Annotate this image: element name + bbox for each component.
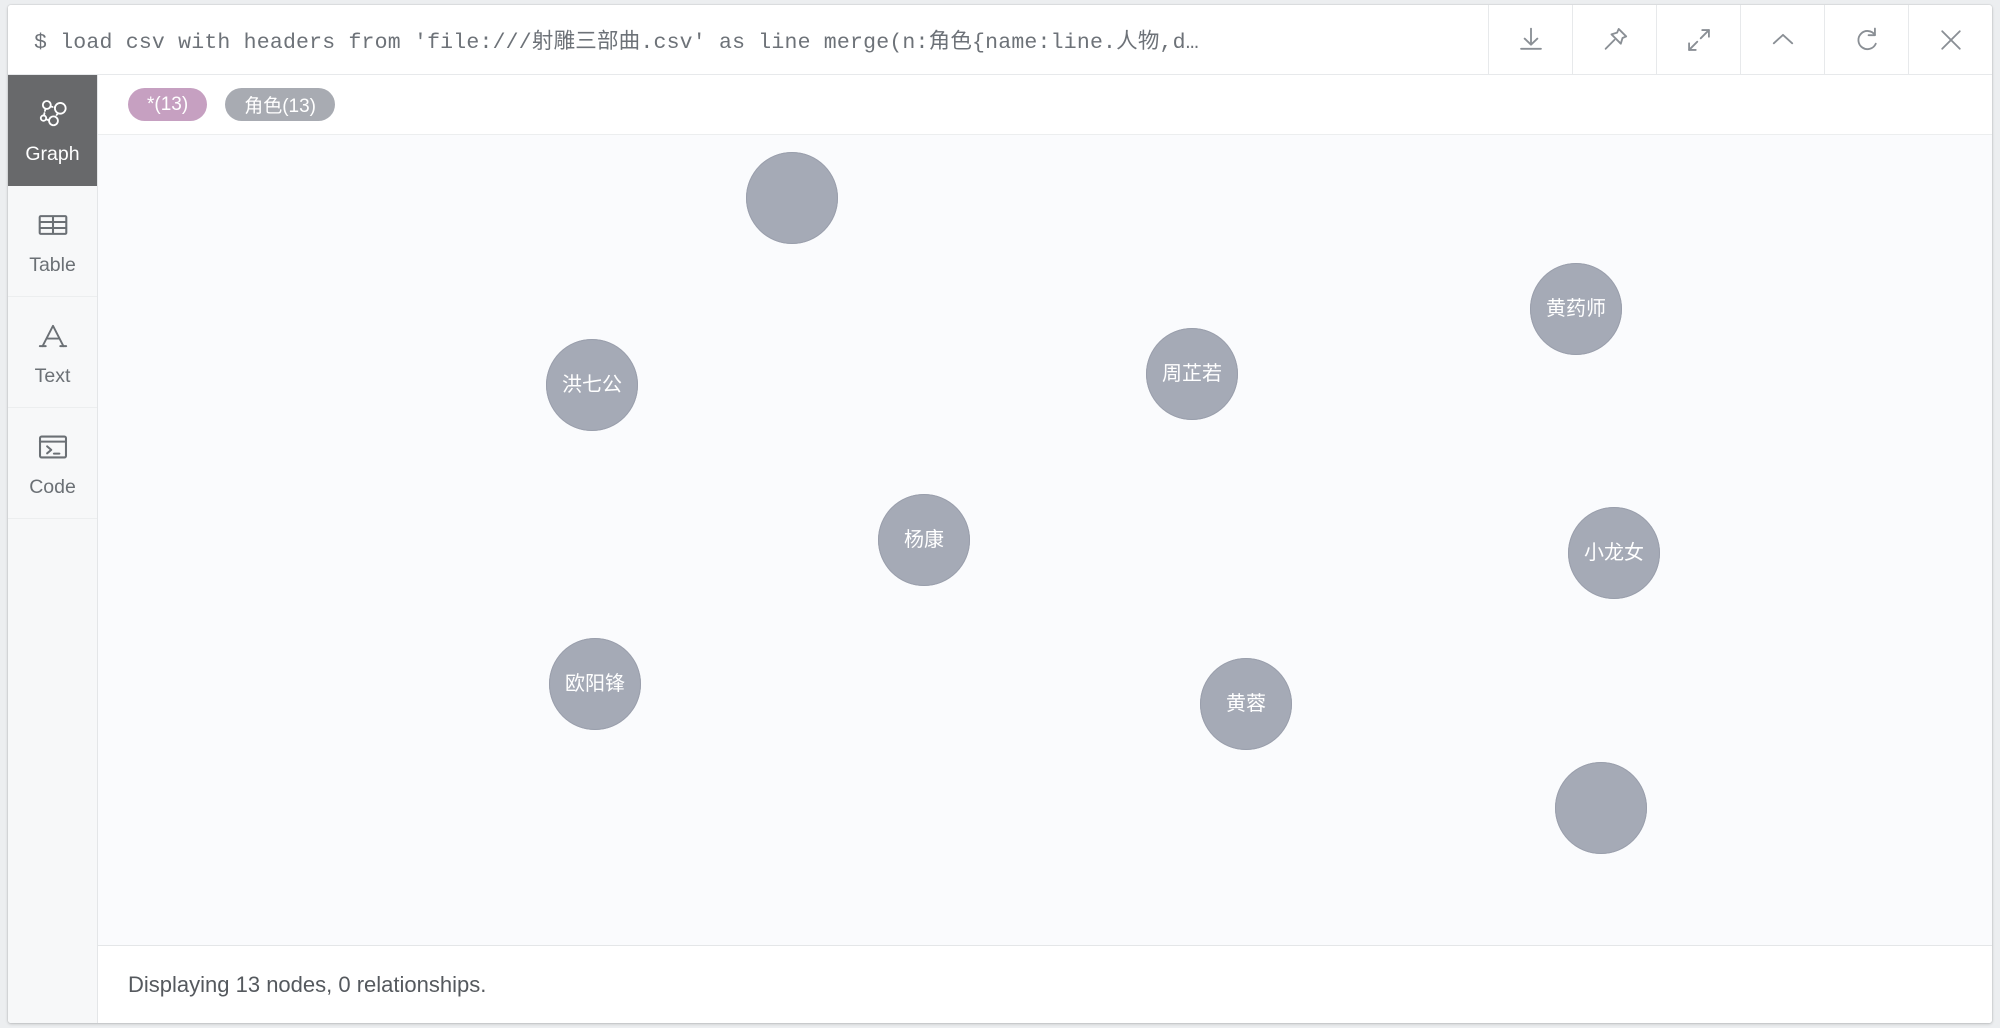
label-chip-row: *(13) 角色(13) xyxy=(98,75,1992,135)
sidebar-item-table[interactable]: Table xyxy=(8,186,97,297)
code-icon xyxy=(34,428,72,471)
result-body: Graph Table Text Code *(13) 角色(13) 黄药师 周… xyxy=(8,75,1992,1023)
graph-icon xyxy=(34,95,72,138)
graph-node-label: 黄药师 xyxy=(1546,298,1606,320)
graph-node[interactable]: 杨康 xyxy=(878,494,970,586)
graph-node-label: 周芷若 xyxy=(1162,363,1222,385)
table-icon xyxy=(34,206,72,249)
graph-node-label: 欧阳锋 xyxy=(565,673,625,695)
sidebar-item-label: Graph xyxy=(25,143,80,166)
status-bar: Displaying 13 nodes, 0 relationships. xyxy=(98,945,1992,1023)
result-frame: $ load csv with headers from 'file:///射雕… xyxy=(8,5,1992,1023)
graph-node[interactable]: 黄药师 xyxy=(1530,263,1622,355)
graph-node-label: 洪七公 xyxy=(562,374,622,396)
status-text: Displaying 13 nodes, 0 relationships. xyxy=(128,971,487,997)
graph-node[interactable]: 黄蓉 xyxy=(1200,658,1292,750)
graph-node-label: 黄蓉 xyxy=(1226,693,1266,715)
graph-node[interactable] xyxy=(746,152,838,244)
query-text[interactable]: $ load csv with headers from 'file:///射雕… xyxy=(8,5,1488,74)
sidebar-item-graph[interactable]: Graph xyxy=(8,75,97,186)
graph-node[interactable]: 欧阳锋 xyxy=(549,638,641,730)
graph-node[interactable] xyxy=(1555,762,1647,854)
sidebar-filler xyxy=(8,519,97,1023)
sidebar-item-label: Table xyxy=(29,254,76,277)
graph-node[interactable]: 洪七公 xyxy=(546,339,638,431)
chip-all-nodes[interactable]: *(13) xyxy=(128,88,208,121)
text-icon xyxy=(34,317,72,360)
expand-icon[interactable] xyxy=(1656,5,1740,74)
graph-panel: *(13) 角色(13) 黄药师周芷若洪七公杨康小龙女欧阳锋黄蓉 Display… xyxy=(98,75,1992,1023)
sidebar-item-text[interactable]: Text xyxy=(8,297,97,408)
chevron-up-icon[interactable] xyxy=(1740,5,1824,74)
chip-label-juese[interactable]: 角色(13) xyxy=(225,88,335,121)
sidebar-item-label: Text xyxy=(34,365,71,388)
sidebar-item-label: Code xyxy=(29,476,76,499)
graph-canvas[interactable]: 黄药师周芷若洪七公杨康小龙女欧阳锋黄蓉 xyxy=(98,135,1992,945)
graph-node-label: 小龙女 xyxy=(1584,542,1644,564)
view-sidebar: Graph Table Text Code xyxy=(8,75,98,1023)
graph-node[interactable]: 小龙女 xyxy=(1568,507,1660,599)
pin-icon[interactable] xyxy=(1572,5,1656,74)
graph-node-label: 杨康 xyxy=(904,529,944,551)
refresh-icon[interactable] xyxy=(1824,5,1908,74)
download-icon[interactable] xyxy=(1488,5,1572,74)
sidebar-item-code[interactable]: Code xyxy=(8,408,97,519)
graph-node[interactable]: 周芷若 xyxy=(1146,328,1238,420)
query-bar: $ load csv with headers from 'file:///射雕… xyxy=(8,5,1992,75)
close-icon[interactable] xyxy=(1908,5,1992,74)
